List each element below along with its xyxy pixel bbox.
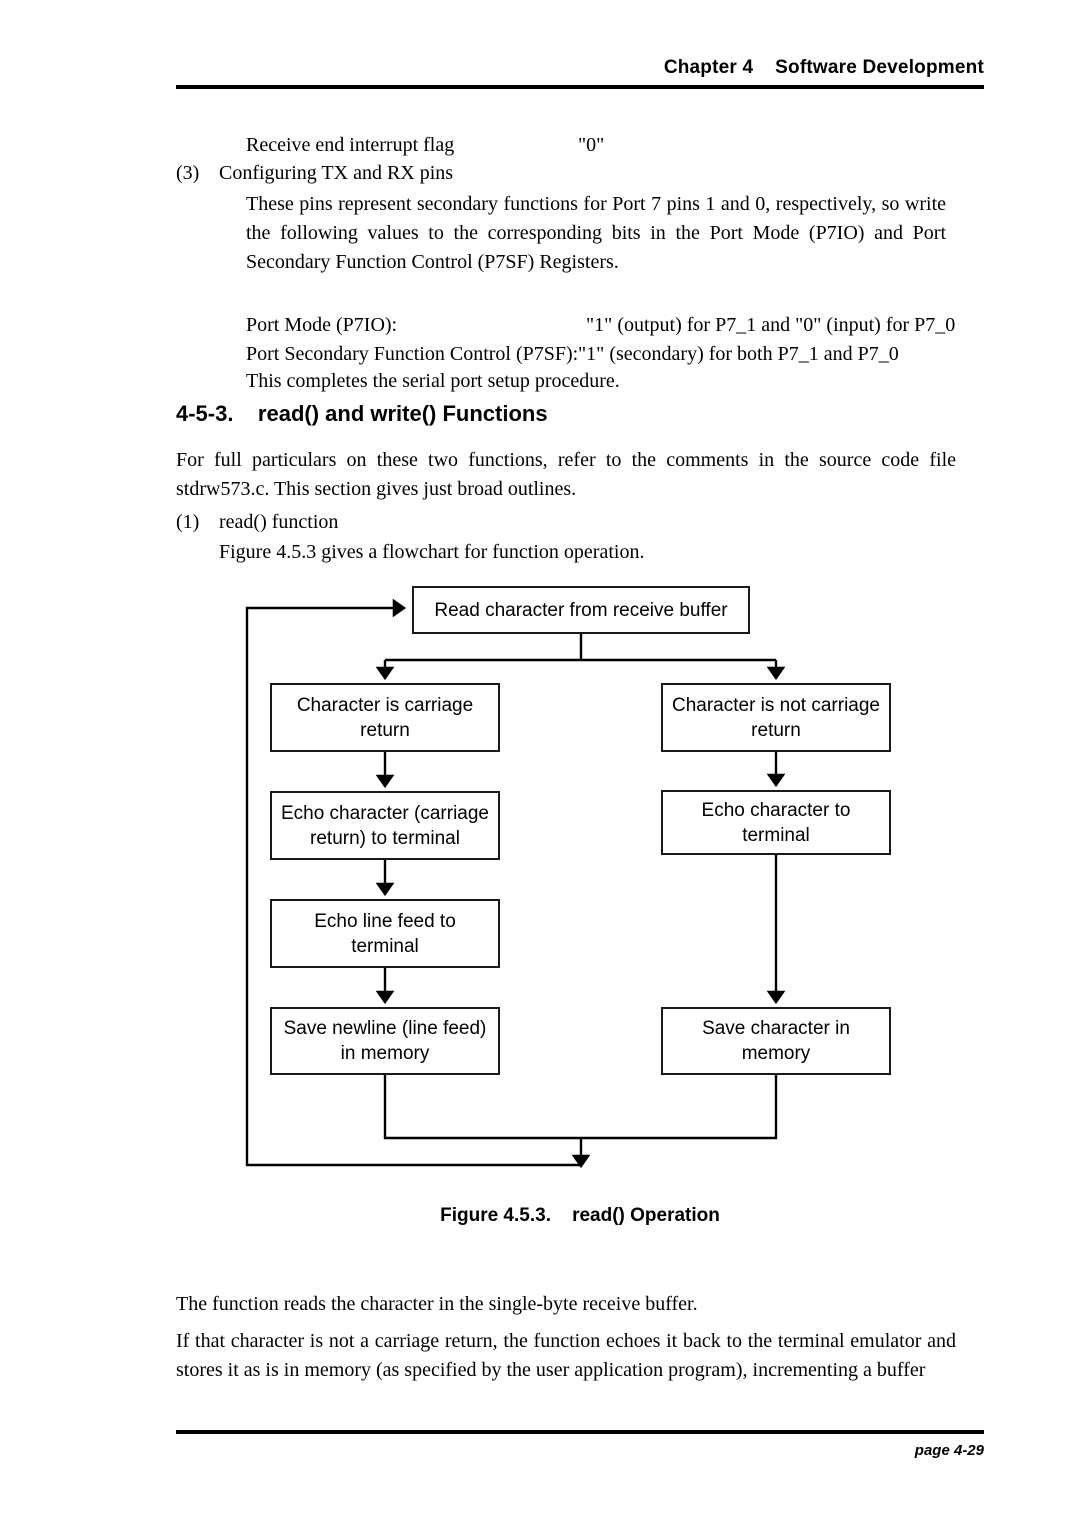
- flow-node-save-character: Save character in memory: [661, 1007, 891, 1075]
- receive-flag-label: Receive end interrupt flag: [246, 134, 455, 156]
- document-page: Chapter 4 Software Development Receive e…: [0, 0, 1080, 1528]
- paragraph-not-carriage-return: If that character is not a carriage retu…: [176, 1330, 956, 1381]
- flow-node-save-newline: Save newline (line feed) in memory: [270, 1007, 500, 1075]
- paragraph-pins: These pins represent secondary functions…: [246, 193, 946, 273]
- page-number: page 4-29: [914, 1442, 984, 1459]
- paragraph-particulars: For full particulars on these two functi…: [176, 449, 956, 500]
- flow-node-not-carriage-return: Character is not carriage return: [661, 683, 891, 752]
- flow-node-echo-carriage-return: Echo character (carriage return) to term…: [270, 791, 500, 860]
- port-secondary-function-value: "1" (secondary) for both P7_1 and P7_0: [578, 343, 899, 365]
- list-number-1: (1): [176, 511, 200, 533]
- figure-intro-line: Figure 4.5.3 gives a flowchart for funct…: [219, 541, 645, 563]
- flow-node-read-buffer: Read character from receive buffer: [412, 586, 750, 634]
- port-mode-label: Port Mode (P7IO):: [246, 314, 398, 336]
- figure-caption: Figure 4.5.3. read() Operation: [440, 1205, 720, 1226]
- flow-node-echo-line-feed: Echo line feed to terminal: [270, 899, 500, 968]
- list-item-1-title: read() function: [219, 511, 339, 533]
- port-secondary-function-label: Port Secondary Function Control (P7SF):: [246, 343, 579, 365]
- port-mode-value: "1" (output) for P7_1 and "0" (input) fo…: [586, 314, 956, 336]
- list-item-3-title: Configuring TX and RX pins: [219, 162, 454, 184]
- flow-node-is-carriage-return: Character is carriage return: [270, 683, 500, 752]
- setup-complete-line: This completes the serial port setup pro…: [246, 370, 620, 392]
- footer-rule: [176, 1430, 984, 1434]
- flow-node-echo-character: Echo character to terminal: [661, 790, 891, 855]
- list-number-3: (3): [176, 162, 200, 184]
- receive-flag-value: "0": [578, 134, 605, 156]
- section-heading-4-5-3: 4-5-3. read() and write() Functions: [176, 401, 548, 426]
- header-rule: [176, 85, 984, 89]
- paragraph-function-reads: The function reads the character in the …: [176, 1293, 698, 1315]
- running-header-title: Chapter 4 Software Development: [663, 57, 984, 78]
